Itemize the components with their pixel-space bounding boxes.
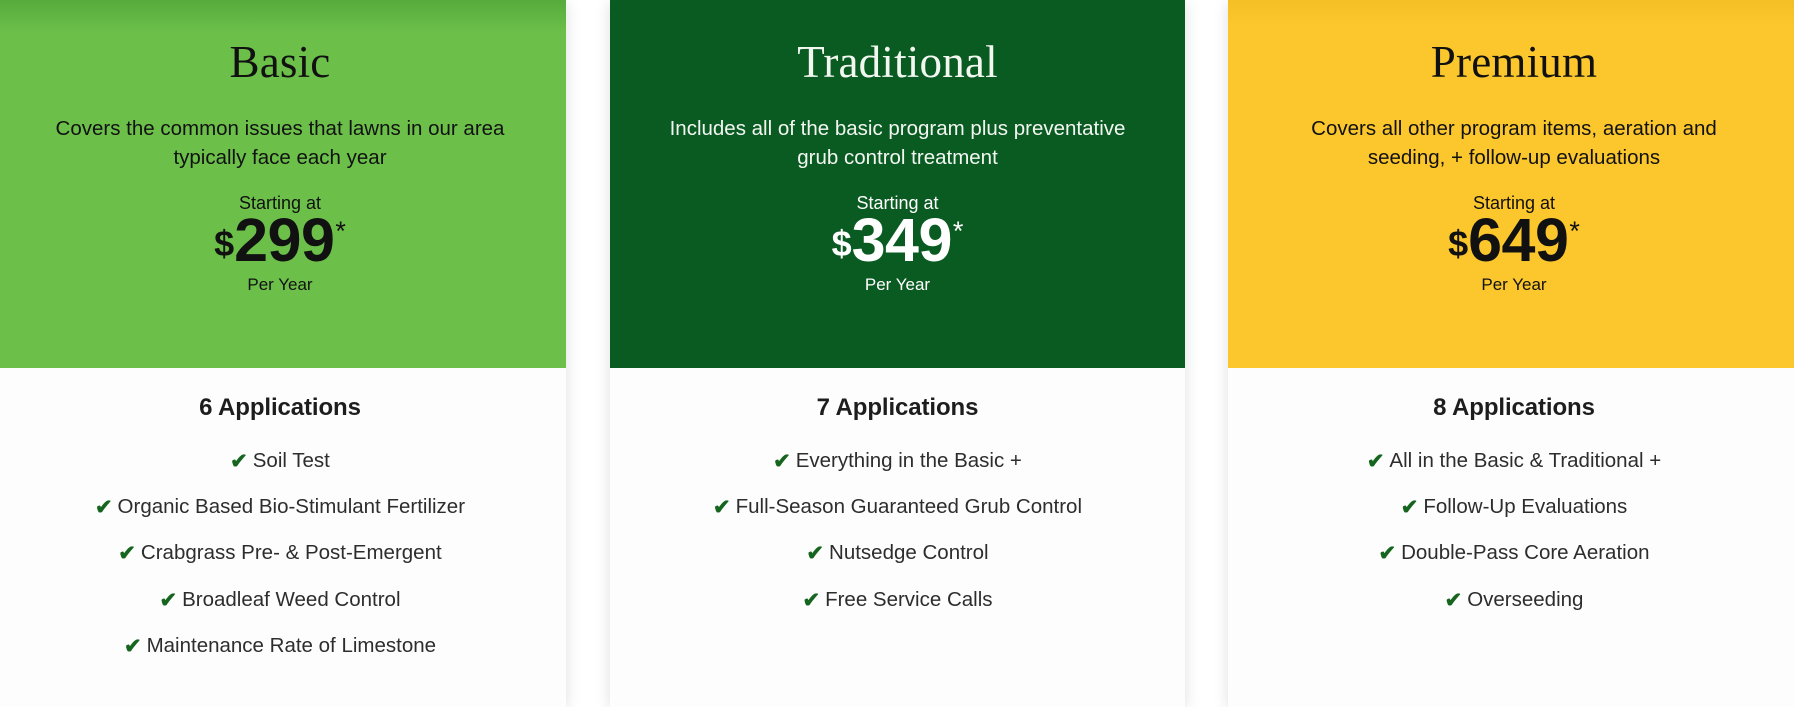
check-icon: ✔ [159, 588, 178, 612]
per-year-label: Per Year [1481, 275, 1547, 295]
price-block: Starting at $ 349 * Per Year [632, 194, 1163, 306]
feature-label: Everything in the Basic + [795, 449, 1022, 472]
price-asterisk: * [952, 215, 964, 246]
list-item: ✔ Overseeding [1246, 588, 1782, 613]
list-item: ✔ Full-Season Guaranteed Grub Control [628, 495, 1167, 520]
price-row: $ 649 * [1250, 205, 1778, 274]
check-icon: ✔ [1378, 542, 1397, 566]
plan-card-basic[interactable]: Basic Covers the common issues that lawn… [0, 0, 566, 707]
list-item: ✔ Double-Pass Core Aeration [1246, 541, 1782, 566]
feature-label: Broadleaf Weed Control [182, 587, 401, 611]
price-asterisk: * [335, 215, 346, 246]
feature-label: Overseeding [1467, 587, 1584, 611]
plan-title: Traditional [797, 37, 998, 87]
feature-label: Full-Season Guaranteed Grub Control [735, 495, 1083, 519]
check-icon: ✔ [1444, 588, 1463, 612]
list-item: ✔ Everything in the Basic + [628, 449, 1167, 474]
list-item: ✔ Organic Based Bio-Stimulant Fertilizer [12, 495, 548, 520]
price-amount: 299 [234, 205, 335, 274]
price-amount: 349 [851, 205, 953, 274]
plan-description: Covers all other program items, aeration… [1311, 116, 1717, 169]
list-item: ✔ All in the Basic & Traditional + [1246, 449, 1782, 474]
feature-label: Maintenance Rate of Limestone [146, 633, 437, 657]
plan-header-premium: Premium Covers all other program items, … [1228, 0, 1794, 368]
check-icon: ✔ [230, 450, 248, 473]
feature-label: Organic Based Bio-Stimulant Fertilizer [117, 495, 466, 519]
list-item: ✔ Nutsedge Control [628, 541, 1167, 566]
per-year-label: Per Year [864, 275, 931, 295]
check-icon: ✔ [94, 496, 113, 520]
applications-count: 6 Applications [199, 394, 361, 421]
price-row: $ 299 * [16, 205, 544, 274]
feature-label: Double-Pass Core Aeration [1401, 541, 1650, 565]
plan-body-basic: 6 Applications ✔ Soil Test ✔ Organic Based… [0, 368, 566, 707]
check-icon: ✔ [1366, 450, 1385, 473]
feature-list: ✔ Everything in the Basic + ✔ Full-Season … [628, 449, 1167, 613]
check-icon: ✔ [123, 634, 142, 658]
plan-description: Covers the common issues that lawns in o… [55, 116, 505, 169]
feature-label: Free Service Calls [825, 587, 993, 611]
price-amount: 649 [1468, 205, 1569, 274]
price-block: Starting at $ 299 * Per Year [16, 194, 544, 306]
list-item: ✔ Broadleaf Weed Control [12, 588, 548, 613]
plan-description: Includes all of the basic program plus p… [669, 116, 1126, 169]
plan-card-premium[interactable]: Premium Covers all other program items, … [1228, 0, 1794, 707]
currency-symbol: $ [831, 222, 852, 264]
currency-symbol: $ [1448, 222, 1469, 264]
per-year-label: Per Year [247, 275, 313, 295]
feature-label: Follow-Up Evaluations [1423, 495, 1628, 519]
list-item: ✔ Maintenance Rate of Limestone [12, 634, 548, 659]
check-icon: ✔ [802, 588, 821, 612]
check-icon: ✔ [773, 450, 791, 473]
feature-list: ✔ All in the Basic & Traditional + ✔ Follo… [1246, 449, 1782, 613]
check-icon: ✔ [712, 496, 731, 520]
applications-count: 7 Applications [816, 394, 979, 421]
price-asterisk: * [1569, 215, 1580, 246]
currency-symbol: $ [214, 222, 235, 264]
feature-label: Soil Test [252, 449, 330, 472]
price-row: $ 349 * [632, 205, 1163, 274]
plan-card-traditional[interactable]: Traditional Includes all of the basic pr… [610, 0, 1185, 707]
plan-title: Basic [229, 37, 331, 87]
feature-label: Crabgrass Pre- & Post-Emergent [140, 541, 442, 565]
applications-count: 8 Applications [1433, 394, 1595, 421]
price-block: Starting at $ 649 * Per Year [1250, 194, 1778, 306]
pricing-table: Basic Covers the common issues that lawn… [0, 0, 1794, 707]
plan-header-basic: Basic Covers the common issues that lawn… [0, 0, 566, 368]
plan-body-premium: 8 Applications ✔ All in the Basic & Tradi… [1228, 368, 1794, 707]
list-item: ✔ Free Service Calls [628, 588, 1167, 613]
feature-label: Nutsedge Control [829, 541, 989, 565]
list-item: ✔ Follow-Up Evaluations [1246, 495, 1782, 520]
plan-title: Premium [1430, 37, 1598, 87]
check-icon: ✔ [118, 542, 136, 566]
feature-list: ✔ Soil Test ✔ Organic Based Bio-Stimulant … [12, 449, 548, 659]
plan-body-traditional: 7 Applications ✔ Everything in the Basic … [610, 368, 1185, 707]
plan-header-traditional: Traditional Includes all of the basic pr… [610, 0, 1185, 368]
list-item: ✔ Soil Test [12, 449, 548, 474]
check-icon: ✔ [1400, 496, 1419, 520]
feature-label: All in the Basic & Traditional + [1389, 449, 1662, 472]
list-item: ✔ Crabgrass Pre- & Post-Emergent [12, 541, 548, 566]
check-icon: ✔ [806, 542, 825, 566]
